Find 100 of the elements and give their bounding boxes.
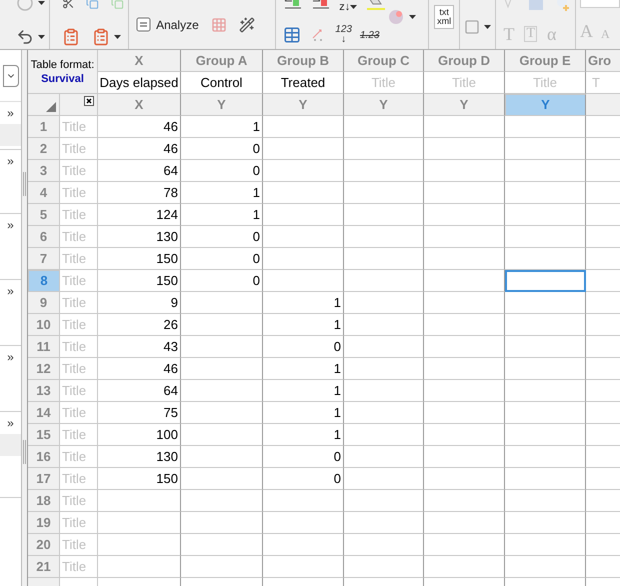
table-cell[interactable]: 0 (181, 138, 263, 160)
table-cell[interactable]: 9 (98, 292, 181, 314)
border-icon[interactable] (464, 19, 480, 35)
expand-toggle[interactable]: » (7, 285, 14, 297)
table-cell[interactable] (505, 292, 586, 314)
column-type-header[interactable]: Y (344, 94, 424, 116)
table-cell[interactable] (181, 446, 263, 468)
table-cell[interactable] (263, 160, 344, 182)
row-title-placeholder[interactable]: Title (62, 446, 86, 466)
row-number[interactable]: 6 (28, 226, 60, 248)
row-title-placeholder[interactable]: Title (62, 402, 86, 422)
table-cell[interactable] (344, 226, 424, 248)
row-number[interactable]: 7 (28, 248, 60, 270)
table-cell[interactable]: 0 (181, 226, 263, 248)
table-cell[interactable]: 1 (263, 424, 344, 446)
row-number[interactable]: 9 (28, 292, 60, 314)
table-cell[interactable]: 46 (98, 116, 181, 138)
row-number[interactable]: 18 (28, 490, 60, 512)
select-all-icon[interactable] (46, 102, 56, 112)
table-icon[interactable] (283, 26, 302, 44)
table-cell[interactable] (505, 182, 586, 204)
table-cell[interactable]: 0 (263, 446, 344, 468)
table-cell[interactable] (424, 292, 505, 314)
magic-wand-icon[interactable] (238, 17, 255, 33)
column-type-header[interactable]: Y (181, 94, 263, 116)
table-cell[interactable] (344, 248, 424, 270)
table-cell[interactable] (98, 512, 181, 534)
add-image-icon[interactable] (555, 0, 572, 11)
table-cell[interactable] (344, 424, 424, 446)
table-cell[interactable] (181, 468, 263, 490)
close-icon[interactable] (84, 96, 94, 106)
table-cell[interactable] (505, 160, 586, 182)
row-title-placeholder[interactable]: Title (62, 116, 86, 136)
table-cell[interactable]: 124 (98, 204, 181, 226)
table-cell[interactable]: 100 (98, 424, 181, 446)
row-number[interactable]: 8 (28, 270, 60, 292)
table-cell[interactable] (263, 490, 344, 512)
table-cell[interactable] (344, 160, 424, 182)
table-cell[interactable] (424, 270, 505, 292)
column-title[interactable]: Control (200, 72, 242, 92)
table-cell[interactable] (344, 534, 424, 556)
column-title-placeholder[interactable]: T (592, 72, 600, 92)
table-cell[interactable] (505, 446, 586, 468)
table-cell[interactable] (263, 138, 344, 160)
row-number[interactable]: 15 (28, 424, 60, 446)
table-cell[interactable]: 1 (263, 358, 344, 380)
table-cell[interactable] (424, 512, 505, 534)
table-cell[interactable] (181, 336, 263, 358)
table-cell[interactable] (344, 292, 424, 314)
row-title-placeholder[interactable]: Title (62, 270, 86, 290)
color-ball-icon[interactable] (387, 8, 406, 26)
column-title-placeholder[interactable]: Title (371, 72, 396, 92)
table-cell[interactable] (181, 512, 263, 534)
table-cell[interactable] (344, 116, 424, 138)
table-cell[interactable] (181, 314, 263, 336)
table-cell[interactable]: 0 (181, 160, 263, 182)
table-cell[interactable] (98, 490, 181, 512)
table-cell[interactable]: 1 (181, 204, 263, 226)
table-cell[interactable] (424, 424, 505, 446)
row-number[interactable]: 4 (28, 182, 60, 204)
expand-toggle[interactable]: » (7, 417, 14, 429)
row-number[interactable]: 19 (28, 512, 60, 534)
table-cell[interactable] (505, 116, 586, 138)
table-cell[interactable] (424, 138, 505, 160)
table-cell[interactable] (98, 534, 181, 556)
scissors-icon[interactable] (62, 0, 74, 11)
table-cell[interactable]: 150 (98, 270, 181, 292)
table-cell[interactable]: 75 (98, 402, 181, 424)
table-cell[interactable] (424, 380, 505, 402)
table-cell[interactable]: 64 (98, 380, 181, 402)
table-cell[interactable] (424, 490, 505, 512)
sort-numbers-button[interactable]: 123 ↓ (335, 25, 352, 45)
row-title-placeholder[interactable]: Title (62, 182, 86, 202)
row-title-placeholder[interactable]: Title (62, 336, 86, 356)
table-cell[interactable]: 64 (98, 160, 181, 182)
table-cell[interactable] (181, 556, 263, 578)
table-cell[interactable] (505, 336, 586, 358)
table-cell[interactable] (424, 160, 505, 182)
table-icon[interactable] (210, 17, 227, 33)
row-number[interactable]: 13 (28, 380, 60, 402)
table-cell[interactable] (181, 358, 263, 380)
table-cell[interactable] (344, 270, 424, 292)
table-cell[interactable]: 1 (263, 402, 344, 424)
table-cell[interactable]: 78 (98, 182, 181, 204)
row-title-placeholder[interactable]: Title (62, 380, 86, 400)
table-cell[interactable] (505, 402, 586, 424)
table-cell[interactable] (505, 248, 586, 270)
table-cell[interactable]: 0 (181, 270, 263, 292)
expand-toggle[interactable]: » (7, 107, 14, 119)
table-cell[interactable] (181, 292, 263, 314)
table-cell[interactable] (424, 534, 505, 556)
table-cell[interactable] (344, 314, 424, 336)
table-cell[interactable] (424, 314, 505, 336)
row-number[interactable]: 10 (28, 314, 60, 336)
table-cell[interactable] (424, 204, 505, 226)
table-cell[interactable]: 150 (98, 468, 181, 490)
table-cell[interactable] (263, 534, 344, 556)
table-cell[interactable] (424, 446, 505, 468)
table-cell[interactable]: 46 (98, 138, 181, 160)
clipboard-icon[interactable] (62, 28, 80, 46)
